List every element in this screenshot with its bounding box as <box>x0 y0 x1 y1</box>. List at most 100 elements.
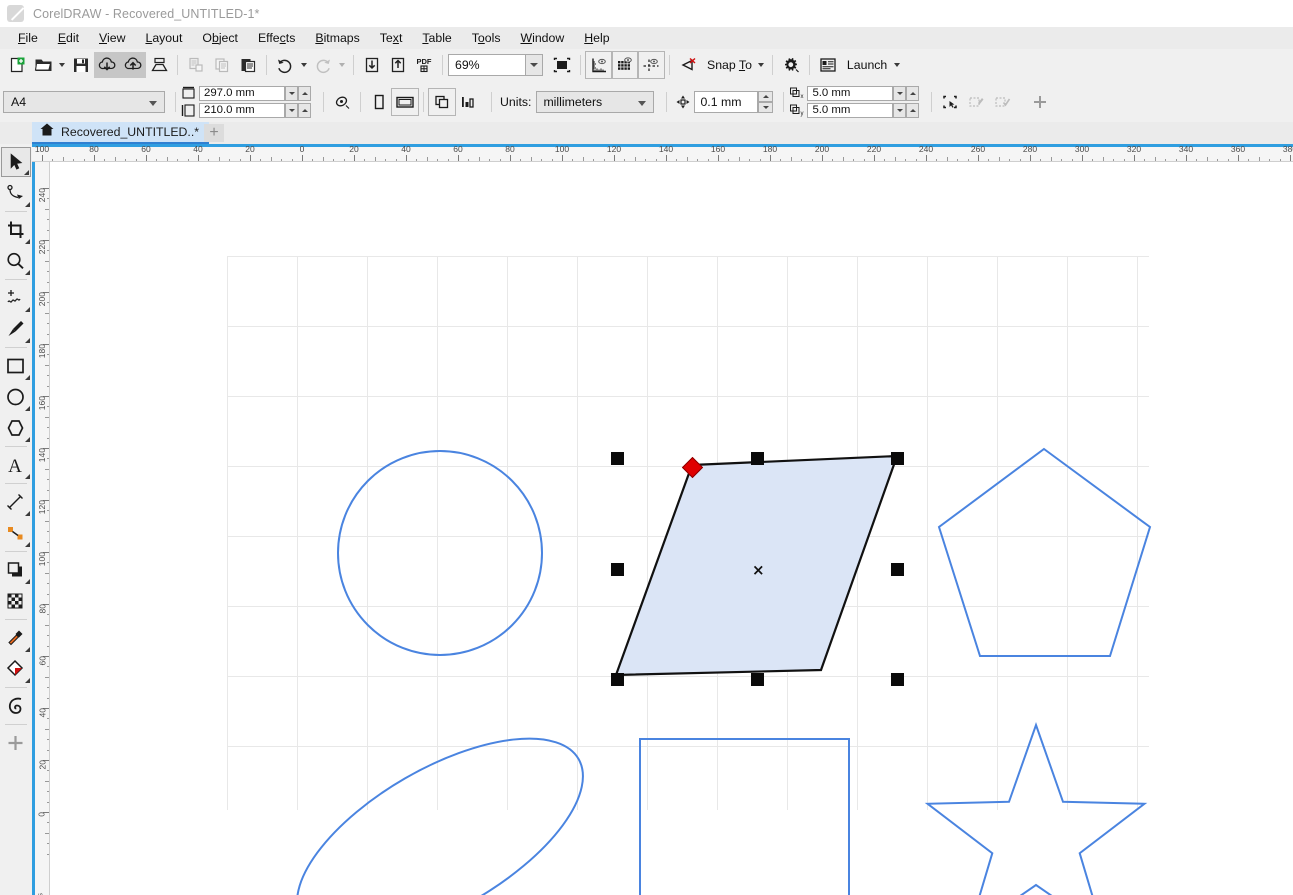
menu-item-object[interactable]: Object <box>192 29 248 47</box>
property-separator <box>323 92 324 112</box>
page-height-spinner[interactable] <box>285 103 311 118</box>
snap-to-label[interactable]: Snap To <box>701 58 755 72</box>
menu-item-layout[interactable]: Layout <box>135 29 192 47</box>
duplicate-y-spinner[interactable] <box>893 103 919 118</box>
menu-item-table[interactable]: Table <box>412 29 461 47</box>
open-document-dropdown[interactable] <box>56 52 68 78</box>
selection-handle[interactable] <box>611 452 624 465</box>
paste-icon[interactable] <box>235 52 261 78</box>
menu-item-window[interactable]: Window <box>511 29 575 47</box>
open-document-icon[interactable] <box>30 52 56 78</box>
menu-item-help[interactable]: Help <box>574 29 619 47</box>
smart-fill-tool-icon[interactable] <box>1 691 31 721</box>
ruler-minor-tick <box>895 157 896 161</box>
treat-as-filled-icon[interactable] <box>963 89 989 115</box>
menu-item-file[interactable]: File <box>8 29 48 47</box>
snap-to-dropdown[interactable] <box>755 52 767 78</box>
cut-icon[interactable] <box>183 52 209 78</box>
polygon-tool-icon[interactable] <box>1 413 31 443</box>
save-document-icon[interactable] <box>68 52 94 78</box>
menu-item-bitmaps[interactable]: Bitmaps <box>305 29 369 47</box>
show-guidelines-icon[interactable] <box>638 52 664 78</box>
selection-handle[interactable] <box>611 673 624 686</box>
vertical-ruler[interactable]: millimeters 2402202001801601401201008060… <box>32 162 50 895</box>
drop-shadow-tool-icon[interactable] <box>1 555 31 585</box>
nudge-offset-input[interactable]: 0.1 mm <box>694 91 758 113</box>
show-rulers-icon[interactable] <box>586 52 612 78</box>
home-icon[interactable] <box>39 122 55 142</box>
ruler-minor-tick <box>47 791 49 792</box>
publish-pdf-icon[interactable]: PDF <box>411 52 437 78</box>
selection-handle[interactable] <box>891 452 904 465</box>
page-width-spinner[interactable] <box>285 86 311 101</box>
rectangle-tool-icon[interactable] <box>1 351 31 381</box>
connector-tool-icon[interactable] <box>1 518 31 548</box>
add-toolbar-item-icon[interactable] <box>1027 89 1053 115</box>
portrait-icon[interactable] <box>366 89 392 115</box>
menu-item-edit[interactable]: Edit <box>48 29 89 47</box>
color-eyedropper-tool-icon[interactable] <box>1 623 31 653</box>
launch-label[interactable]: Launch <box>841 58 891 72</box>
zoom-to-fit-icon[interactable] <box>549 52 575 78</box>
dimension-tool-icon[interactable] <box>1 487 31 517</box>
page-options-icon[interactable] <box>329 89 355 115</box>
duplicate-x-input[interactable]: 5.0 mm <box>807 86 893 101</box>
duplicate-x-spinner[interactable] <box>893 86 919 101</box>
duplicate-y-input[interactable]: 5.0 mm <box>807 103 893 118</box>
zoom-tool-icon[interactable] <box>1 246 31 276</box>
undo-dropdown[interactable] <box>298 52 310 78</box>
current-page-icon[interactable] <box>455 89 481 115</box>
freehand-tool-icon[interactable] <box>1 283 31 313</box>
ellipse-tool-icon[interactable] <box>1 382 31 412</box>
selection-handle[interactable] <box>611 563 624 576</box>
menu-item-tools[interactable]: Tools <box>462 29 511 47</box>
zoom-level-input[interactable]: 69% <box>448 54 526 76</box>
transparency-tool-icon[interactable] <box>1 586 31 616</box>
menu-item-text[interactable]: Text <box>370 29 413 47</box>
redo-dropdown[interactable] <box>336 52 348 78</box>
new-tab-button[interactable]: + <box>204 124 224 142</box>
cloud-upload-icon[interactable] <box>120 52 146 78</box>
menu-item-view[interactable]: View <box>89 29 135 47</box>
import-icon[interactable] <box>359 52 385 78</box>
zoom-level-dropdown[interactable] <box>526 54 543 76</box>
text-tool-icon[interactable]: A <box>1 450 31 480</box>
new-document-icon[interactable] <box>4 52 30 78</box>
interactive-fill-tool-icon[interactable] <box>1 654 31 684</box>
page-area[interactable] <box>227 256 1149 810</box>
selection-handle[interactable] <box>891 673 904 686</box>
copy-icon[interactable] <box>209 52 235 78</box>
all-pages-icon[interactable] <box>429 89 455 115</box>
snap-outline-icon[interactable] <box>937 89 963 115</box>
selection-handle[interactable] <box>751 452 764 465</box>
export-icon[interactable] <box>385 52 411 78</box>
selection-handle[interactable] <box>751 673 764 686</box>
page-size-dropdown[interactable]: A4 <box>3 91 165 113</box>
nudge-offset-spinner[interactable] <box>758 91 773 113</box>
page-width-input[interactable]: 297.0 mm <box>199 86 285 101</box>
drawing-canvas[interactable]: × <box>50 162 1293 895</box>
show-grid-icon[interactable] <box>612 52 638 78</box>
artistic-media-tool-icon[interactable] <box>1 314 31 344</box>
object-center-marker[interactable]: × <box>752 563 765 578</box>
horizontal-ruler[interactable]: 1008060402002040608010012014016018020022… <box>32 144 1293 162</box>
selection-handle[interactable] <box>891 563 904 576</box>
launch-icon[interactable] <box>815 52 841 78</box>
wireframe-icon[interactable] <box>989 89 1015 115</box>
document-tab[interactable]: Recovered_UNTITLED..* <box>32 122 209 144</box>
landscape-icon[interactable] <box>392 89 418 115</box>
undo-icon[interactable] <box>272 52 298 78</box>
pick-tool-icon[interactable] <box>1 147 31 177</box>
units-dropdown[interactable]: millimeters <box>536 91 654 113</box>
menu-item-effects[interactable]: Effects <box>248 29 305 47</box>
snap-off-icon[interactable] <box>675 52 701 78</box>
redo-icon[interactable] <box>310 52 336 78</box>
page-height-input[interactable]: 210.0 mm <box>199 103 285 118</box>
crop-tool-icon[interactable] <box>1 215 31 245</box>
add-tool-icon[interactable] <box>1 728 31 758</box>
print-icon[interactable] <box>146 52 172 78</box>
shape-tool-icon[interactable] <box>1 178 31 208</box>
cloud-download-icon[interactable] <box>94 52 120 78</box>
options-gear-icon[interactable] <box>778 52 804 78</box>
launch-dropdown[interactable] <box>891 52 903 78</box>
